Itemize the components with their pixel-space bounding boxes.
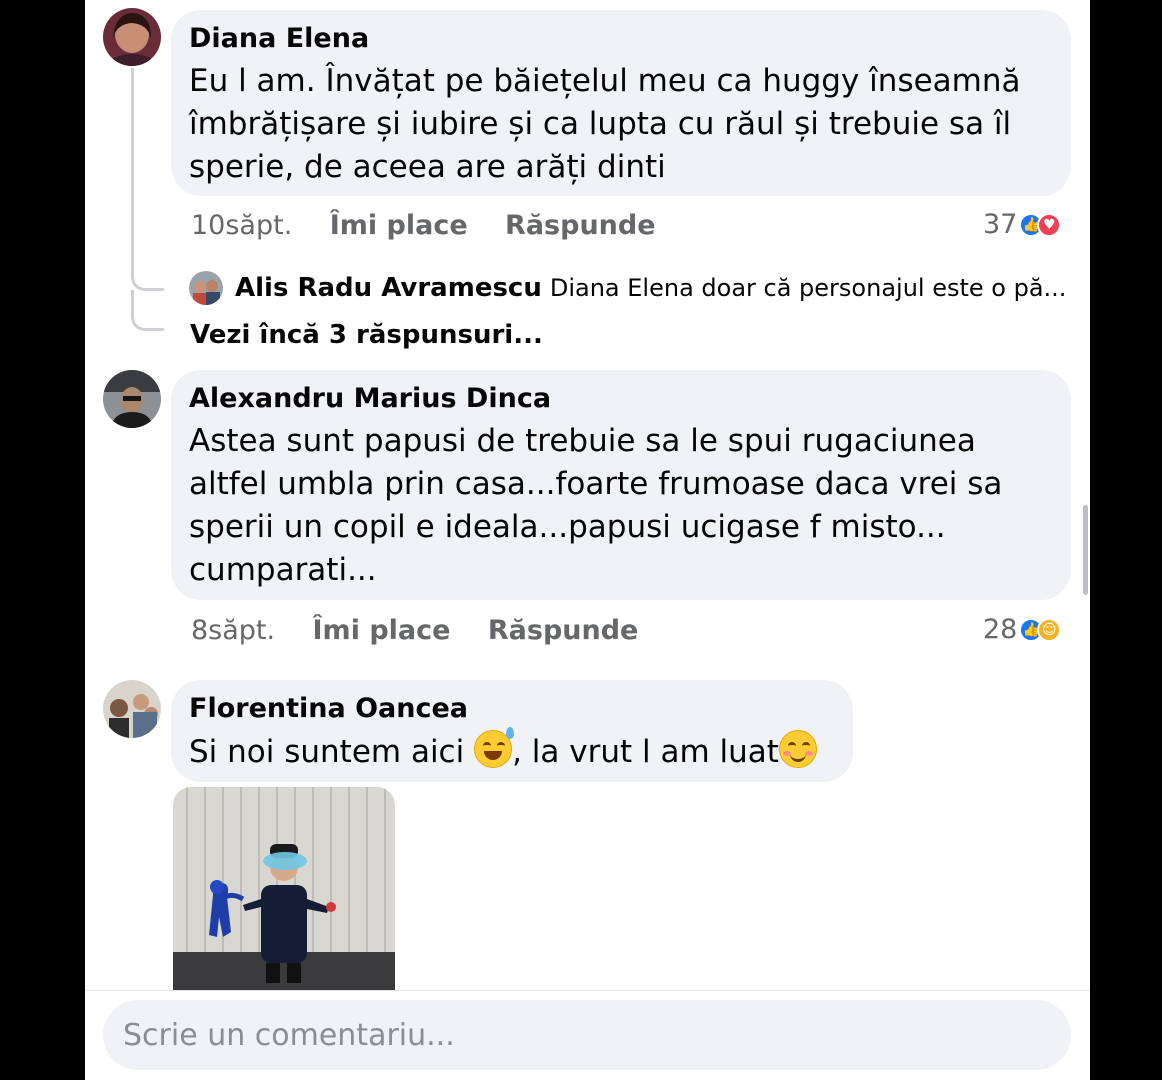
comment-text-line: sperii un copil e ideala...papusi ucigas… [189, 509, 946, 545]
comment-author[interactable]: Alexandru Marius Dinca [189, 382, 1053, 416]
avatar-florentina[interactable] [103, 680, 161, 738]
scrollbar[interactable] [1083, 505, 1088, 595]
comment-text: Si noi suntem aici , la vrut l am luat [189, 727, 835, 774]
composer-divider [85, 990, 1090, 991]
comment-photo[interactable] [173, 787, 395, 990]
comment-text-line: altfel umbla prin casa...foarte frumoase… [189, 466, 1003, 502]
comment-bubble-diana[interactable]: Diana Elena Eu l am. Învățat pe băiețelu… [171, 10, 1071, 196]
comment-bubble-alexandru[interactable]: Alexandru Marius Dinca Astea sunt papusi… [171, 370, 1071, 600]
comment-input[interactable] [103, 1000, 1071, 1070]
comment-text-line: Astea sunt papusi de trebuie sa le spui … [189, 423, 976, 459]
reply-button[interactable]: Răspunde [505, 210, 656, 241]
comment-time[interactable]: 10săpt. [191, 210, 292, 241]
thread-line-more [131, 290, 164, 331]
comment-bubble-florentina[interactable]: Florentina Oancea Si noi suntem aici , l… [171, 680, 853, 782]
reaction-count: 37 [983, 209, 1018, 240]
comment-text-start: Si noi suntem aici [189, 734, 475, 770]
like-button[interactable]: Îmi place [313, 615, 451, 646]
reply-preview[interactable]: Alis Radu Avramescu Diana Elena doar că … [189, 270, 1069, 306]
reaction-summary[interactable]: 28 👍 ☺ [983, 612, 1062, 648]
love-icon: ♥ [1037, 213, 1062, 237]
comment-text-end: , la vrut l am luat [512, 734, 779, 770]
comment-author[interactable]: Diana Elena [189, 22, 1053, 56]
reaction-summary[interactable]: 37 👍 ♥ [983, 207, 1062, 243]
reply-author[interactable]: Alis Radu Avramescu [235, 273, 542, 303]
comment-text-line: îmbrățișare și iubire și ca lupta cu rău… [189, 106, 1012, 142]
comment-time[interactable]: 8săpt. [191, 615, 275, 646]
comment-text-line: cumparati... [189, 552, 377, 588]
haha-icon: ☺ [1037, 618, 1062, 642]
reply-text: Diana Elena doar că personajul este o pă… [549, 274, 1067, 302]
thread-line [131, 68, 164, 291]
comment-author[interactable]: Florentina Oancea [189, 692, 835, 726]
grinning-sweat-emoji [474, 727, 515, 768]
reply-button[interactable]: Răspunde [488, 615, 639, 646]
comment-text-line: sperie, de aceea are arăți dinti [189, 149, 666, 185]
comment-actions: 10săpt. Îmi place Răspunde [191, 208, 684, 244]
smiling-blush-emoji [778, 730, 817, 768]
avatar-diana-elena[interactable] [103, 8, 161, 66]
avatar-alexandru[interactable] [103, 370, 161, 428]
comments-screen: Diana Elena Eu l am. Învățat pe băiețelu… [85, 0, 1090, 1080]
view-more-replies[interactable]: Vezi încă 3 răspunsuri... [190, 320, 543, 350]
comment-actions: 8săpt. Îmi place Răspunde [191, 613, 666, 649]
reaction-count: 28 [983, 614, 1018, 645]
like-button[interactable]: Îmi place [330, 210, 468, 241]
comment-text-line: Eu l am. Învățat pe băiețelul meu ca hug… [189, 63, 1021, 99]
avatar-alis-radu[interactable] [189, 271, 223, 305]
